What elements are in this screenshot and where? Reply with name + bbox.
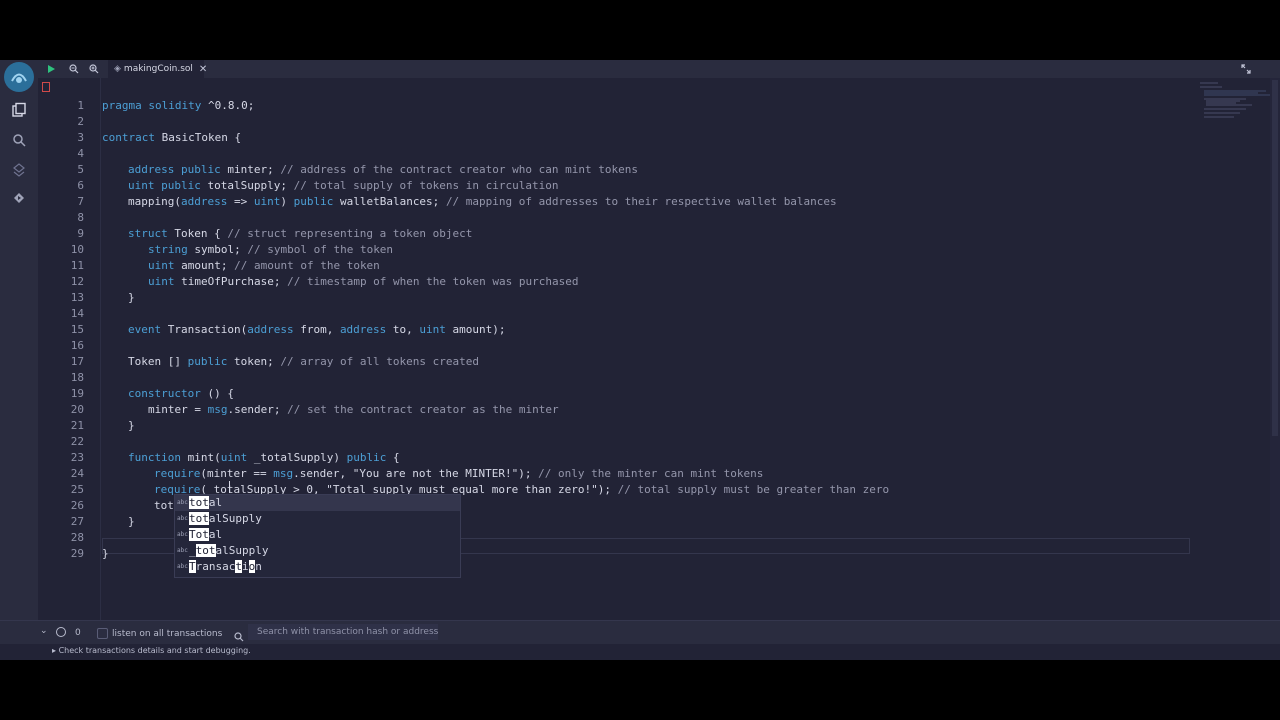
line-number: 2 (77, 115, 84, 128)
text-suggestion-icon: abc (177, 499, 188, 506)
line-number: 10 (70, 243, 84, 256)
search-icon[interactable] (9, 130, 29, 150)
suggestion-item[interactable]: abc totalSupply (175, 511, 460, 527)
line-number: 26 (70, 499, 84, 512)
code-line-10: string symbol; // symbol of the token (148, 243, 394, 256)
code-line-3: contract BasicToken { (102, 131, 242, 144)
editor-gutter: 1 2 3 4 5 6 7 8 9 10 11 12 13 14 15 16 17 18 19 20 21 22 23 24 2… (38, 78, 101, 620)
deploy-run-icon[interactable] (9, 188, 29, 208)
line-number: 29 (70, 547, 84, 560)
file-icon: ◈ (114, 64, 121, 74)
line-number: 4 (77, 147, 84, 160)
code-line-29: } (102, 547, 109, 560)
clear-console-icon[interactable] (56, 627, 66, 637)
zoom-out-icon[interactable] (66, 61, 82, 77)
line-number: 6 (77, 179, 84, 192)
line-number: 15 (70, 323, 84, 336)
line-number: 11 (70, 259, 84, 272)
code-line-19: constructor () { (128, 387, 234, 400)
editor-tab-bar: ◈ makingCoin.sol ✕ (38, 60, 1280, 78)
code-line-23: function mint(uint _totalSupply) public … (128, 451, 400, 464)
terminal-toolbar: ⌄ 0 listen on all transactions Search wi… (0, 620, 1280, 645)
line-number: 25 (70, 483, 84, 496)
file-explorer-icon[interactable] (9, 100, 29, 120)
code-line-13: } (128, 291, 135, 304)
line-number: 17 (70, 355, 84, 368)
zoom-in-icon[interactable] (86, 61, 102, 77)
autocomplete-popup[interactable]: abc total abc totalSupply abc Total abc _tot… (174, 494, 461, 578)
line-numbers: 1 2 3 4 5 6 7 8 9 10 11 12 13 14 15 16 17 18 19 20 21 22 23 24 2… (38, 98, 84, 562)
transaction-search-input[interactable]: Search with transaction hash or address (248, 624, 438, 640)
breakpoint-icon[interactable] (42, 82, 50, 92)
line-number: 5 (77, 163, 84, 176)
remix-logo-icon[interactable] (4, 62, 34, 92)
remix-ide-window: ◈ makingCoin.sol ✕ 1 2 3 4 5 6 7 8 9 10 11 12 13 14 15… (0, 60, 1280, 660)
scrollbar-thumb[interactable] (1272, 80, 1278, 436)
run-script-icon[interactable] (43, 61, 59, 77)
line-number: 18 (70, 371, 84, 384)
minimap[interactable] (1190, 78, 1280, 620)
suggestion-item[interactable]: abc total (175, 495, 460, 511)
line-number: 14 (70, 307, 84, 320)
close-tab-icon[interactable]: ✕ (199, 64, 207, 75)
text-suggestion-icon: abc (177, 547, 188, 554)
code-line-12: uint timeOfPurchase; // timestamp of whe… (148, 275, 579, 288)
line-number: 3 (77, 131, 84, 144)
suggestion-item[interactable]: abc Transaction (175, 559, 460, 575)
line-number: 27 (70, 515, 84, 528)
line-number: 1 (77, 99, 84, 112)
text-suggestion-icon: abc (177, 531, 188, 538)
suggestion-item[interactable]: abc Total (175, 527, 460, 543)
tab-label: makingCoin.sol (123, 64, 193, 74)
code-line-17: Token [] public token; // array of all t… (128, 355, 480, 368)
text-suggestion-icon: abc (177, 515, 188, 522)
line-number: 28 (70, 531, 84, 544)
mouse-ibeam-cursor (229, 481, 232, 493)
code-line-11: uint amount; // amount of the token (148, 259, 380, 272)
line-number: 16 (70, 339, 84, 352)
line-number: 24 (70, 467, 84, 480)
icon-panel (0, 60, 38, 660)
text-suggestion-icon: abc (177, 563, 188, 570)
code-line-26: tot (154, 499, 175, 512)
line-number: 9 (77, 227, 84, 240)
line-number: 8 (77, 211, 84, 224)
suggestion-item[interactable]: abc _totalSupply (175, 543, 460, 559)
line-number: 22 (70, 435, 84, 448)
line-number: 7 (77, 195, 84, 208)
listen-checkbox[interactable] (97, 628, 108, 639)
pending-tx-count: 0 (75, 628, 81, 638)
line-number: 21 (70, 419, 84, 432)
terminal-message: ▸ Check transactions details and start d… (52, 646, 251, 655)
code-line-6: uint public totalSupply; // total supply… (128, 179, 559, 192)
minimap-preview (1200, 82, 1272, 118)
code-line-21: } (128, 419, 135, 432)
collapse-terminal-icon[interactable]: ⌄ (40, 626, 48, 636)
line-number: 12 (70, 275, 84, 288)
code-line-9: struct Token { // struct representing a … (128, 227, 473, 240)
code-line-24: require(minter == msg.sender, "You are n… (154, 467, 764, 480)
code-line-7: mapping(address => uint) public walletBa… (128, 195, 837, 208)
code-line-15: event Transaction(address from, address … (128, 323, 506, 336)
line-number: 20 (70, 403, 84, 416)
code-line-1: pragma solidity ^0.8.0; (102, 99, 255, 112)
code-line-20: minter = msg.sender; // set the contract… (148, 403, 559, 416)
solidity-compiler-icon[interactable] (9, 160, 29, 180)
listen-label: listen on all transactions (112, 629, 223, 639)
line-number: 23 (70, 451, 84, 464)
code-line-5: address public minter; // address of the… (128, 163, 638, 176)
line-number: 13 (70, 291, 84, 304)
line-number: 19 (70, 387, 84, 400)
terminal-output: ▸ Check transactions details and start d… (0, 644, 1280, 660)
code-line-27: } (128, 515, 135, 528)
expand-icon[interactable] (1238, 61, 1254, 77)
tab-makingcoin-sol[interactable]: ◈ makingCoin.sol ✕ (108, 60, 207, 78)
search-placeholder: Search with transaction hash or address (257, 627, 439, 637)
